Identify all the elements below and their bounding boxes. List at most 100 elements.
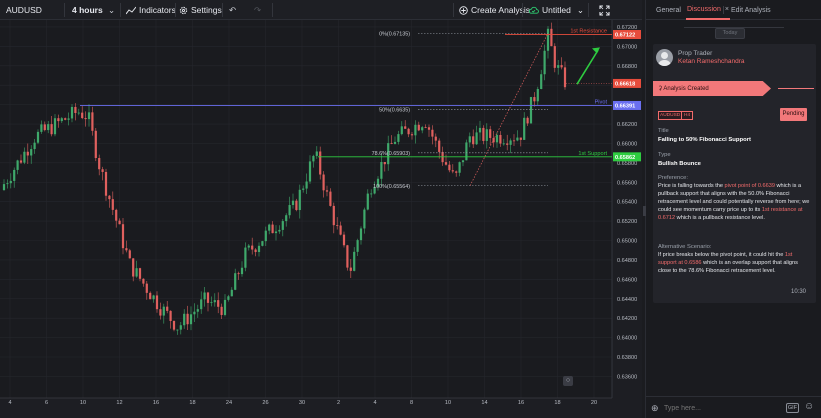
candle-body (26, 151, 29, 156)
candle-body (183, 313, 186, 326)
price-tick-label: 0.64800 (617, 258, 637, 264)
plot-area (0, 20, 612, 398)
plus-circle-icon (459, 5, 468, 15)
time-tick-label: 10 (80, 400, 86, 406)
candle-body (295, 200, 298, 211)
symbol-selector[interactable]: AUDUSD (6, 0, 42, 20)
candle-body (393, 141, 397, 144)
layout-selector[interactable]: Untitled ⌄ (528, 0, 584, 20)
panel-resize-handle[interactable] (643, 206, 646, 216)
candle-body (77, 112, 80, 114)
close-icon[interactable]: × (725, 6, 729, 13)
chevron-down-icon[interactable]: ⌄ (108, 0, 115, 20)
indicators-icon (126, 6, 136, 14)
title-label: Title (658, 128, 669, 134)
candle-body (472, 136, 475, 145)
candle-body (57, 118, 60, 122)
candle-body (499, 134, 502, 144)
candle-body (237, 273, 240, 275)
candle-body (210, 302, 213, 304)
candle-body (135, 268, 138, 277)
indicators-button[interactable]: Indicators (126, 0, 176, 20)
fibonacci-level-label: 78.6%(0.65903) (372, 151, 411, 157)
pending-button[interactable]: Pending (780, 108, 807, 121)
candle-body (516, 137, 519, 141)
candle-body (6, 183, 9, 185)
candle-body (285, 215, 288, 222)
type-value: Bullish Bounce (658, 161, 701, 167)
candle-body (336, 225, 339, 226)
price-tick-label: 0.64000 (617, 336, 637, 342)
candle-body (370, 193, 373, 195)
time-tick-label: 16 (518, 400, 524, 406)
candle-body (404, 126, 407, 129)
interval-selector[interactable]: 4 hours (72, 0, 103, 20)
candle-body (550, 28, 553, 47)
emoji-icon[interactable]: ☺ (804, 401, 814, 412)
candle-body (414, 124, 417, 136)
level-label: 1st Resistance (570, 29, 607, 35)
candle-body (489, 129, 492, 138)
time-tick-label: 20 (591, 400, 597, 406)
candle-body (312, 155, 315, 162)
candle-body (13, 169, 16, 181)
candle-body (465, 142, 468, 161)
candle-body (560, 65, 563, 68)
candle-body (424, 127, 427, 128)
time-tick-label: 16 (153, 400, 159, 406)
candle-body (64, 118, 67, 120)
candle-body (74, 106, 77, 113)
price-tick-label: 0.65000 (617, 239, 637, 245)
price-chart[interactable]: 0.672000.670000.668000.666000.664000.662… (0, 20, 642, 418)
gif-button[interactable]: GIF (786, 403, 799, 413)
candle-body (512, 140, 516, 142)
time-tick-label: 18 (554, 400, 560, 406)
candle-body (169, 310, 172, 321)
tab-edit-analysis[interactable]: Edit Analysis (731, 0, 771, 20)
settings-button[interactable]: Settings (179, 0, 222, 20)
preference-text: Price is falling towards the pivot point… (658, 183, 810, 221)
candle-body (444, 162, 448, 165)
candle-body (227, 296, 230, 300)
candle-body (244, 247, 247, 268)
price-tick-label: 0.63600 (617, 374, 637, 380)
avatar (656, 49, 673, 66)
candle-body (438, 140, 441, 152)
time-tick-label: 12 (116, 400, 122, 406)
candle-body (217, 300, 220, 307)
candle-body (149, 292, 152, 300)
alternative-label: Alternative Scenario: (658, 244, 712, 250)
add-icon[interactable]: ⊕ (651, 403, 659, 414)
candle-body (19, 160, 23, 163)
candle-body (523, 117, 526, 140)
candle-body (502, 143, 505, 145)
level-price-value: 0.66391 (615, 103, 635, 109)
create-analysis-button[interactable]: Create Analysis (459, 0, 530, 20)
screenshot-icon[interactable]: ○ (563, 376, 573, 386)
price-tick-label: 0.64600 (617, 277, 637, 283)
candle-body (274, 231, 278, 234)
fullscreen-icon[interactable] (599, 0, 610, 20)
redo-icon[interactable]: ↷ (254, 0, 261, 20)
symbol-label: AUDUSD (6, 5, 42, 15)
candle-body (506, 143, 509, 145)
fibonacci-level-label: 0%(0.67135) (379, 31, 410, 37)
candle-body (407, 128, 410, 135)
title-value: Falling to 50% Fibonacci Support (658, 137, 751, 143)
fibonacci-level-label: 50%(0.6635) (379, 107, 410, 113)
candle-body (159, 309, 162, 316)
candle-body (325, 190, 329, 192)
candle-body (261, 241, 264, 246)
time-tick-label: 24 (226, 400, 232, 406)
candle-body (254, 249, 257, 253)
candle-body (475, 132, 478, 145)
time-tick-label: 26 (262, 400, 268, 406)
candle-body (455, 171, 458, 173)
undo-icon[interactable]: ↶ (229, 0, 236, 20)
price-tick-label: 0.67000 (617, 44, 637, 50)
price-tick-label: 0.65400 (617, 200, 637, 206)
message-input[interactable] (664, 401, 782, 415)
tab-general[interactable]: General (656, 0, 681, 20)
candle-body (319, 151, 322, 175)
candle-body (155, 295, 159, 310)
